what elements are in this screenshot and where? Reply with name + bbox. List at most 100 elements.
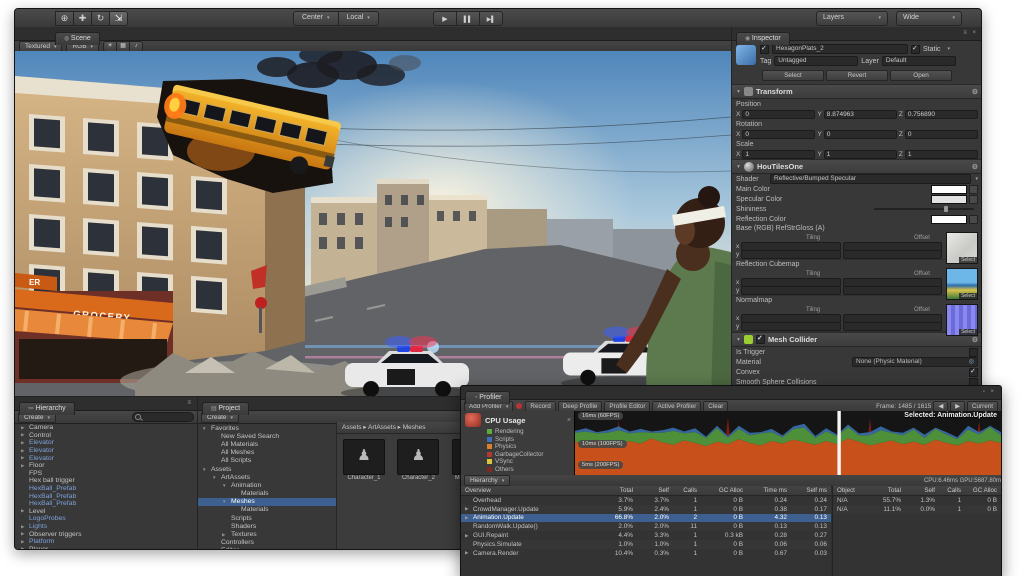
expand-arrow-icon[interactable]: ▼ [222, 499, 227, 504]
profiler-row[interactable]: Overhead 3.7% 3.7% 1 0 B 0.24 0.24 [461, 496, 831, 505]
hierarchy-item[interactable]: LogoProbes [15, 515, 197, 523]
expand-arrow-icon[interactable]: ▶ [21, 508, 27, 514]
hierarchy-item[interactable]: FPS [15, 470, 197, 478]
profiler-row[interactable]: Physics.Simulate 1.0% 1.0% 1 0 B 0.06 0.… [461, 540, 831, 549]
step-button[interactable]: ▶▌ [479, 11, 503, 26]
project-tree-item[interactable]: ▶ Textures [198, 530, 336, 538]
column-header[interactable]: GC Alloc [965, 487, 1001, 494]
record-icon[interactable] [516, 403, 522, 409]
project-tree-item[interactable]: ▼ Assets [198, 465, 336, 473]
hierarchy-item[interactable]: ▶ Lights [15, 523, 197, 531]
scale-z-field[interactable]: 1 [905, 150, 978, 159]
profiler-row[interactable]: ▶Camera.Render 10.4% 0.3% 1 0 B 0.67 0.0… [461, 549, 831, 558]
project-tree-item[interactable]: Shaders [198, 522, 336, 530]
expand-arrow-icon[interactable]: ▶ [21, 425, 27, 431]
main-color-swatch[interactable] [931, 185, 967, 194]
tool-button[interactable]: ⇲ [109, 11, 128, 26]
offset-y-field[interactable] [843, 286, 942, 295]
profiler-toolbar-button[interactable]: Deep Profile [558, 401, 603, 412]
project-tree-item[interactable]: ▼ Favorites [198, 424, 336, 432]
expand-arrow-icon[interactable]: ▼ [222, 483, 227, 488]
project-tree-item[interactable]: ▼ Animation [198, 481, 336, 489]
material-header[interactable]: ▼ HouTilesOne⚙ [732, 159, 982, 174]
layers-dropdown[interactable]: Layers▾ [816, 11, 888, 26]
project-tree-item[interactable]: Scripts [198, 514, 336, 522]
foldout-icon[interactable]: ▼ [736, 89, 741, 95]
scale-x-field[interactable]: 1 [742, 150, 815, 159]
next-frame-button[interactable]: ▶ [950, 401, 965, 412]
scene-gizmo[interactable]: ◄ Persp [659, 59, 717, 123]
eyedropper-icon[interactable] [969, 185, 978, 194]
position-x-field[interactable]: 0 [742, 110, 815, 119]
column-header[interactable]: Object [833, 487, 867, 494]
texture-select-button[interactable]: Select [959, 329, 977, 335]
profiler-row[interactable]: ▶CrowdManager.Update 5.9% 2.4% 1 0 B 0.3… [461, 505, 831, 514]
column-header[interactable]: Self [637, 487, 673, 494]
expand-arrow-icon[interactable]: ▶ [465, 533, 471, 539]
column-header[interactable]: Calls [673, 487, 701, 494]
detail-row[interactable]: N/A 55.7% 1.3% 1 0 B [833, 496, 1001, 505]
prev-frame-button[interactable]: ◀ [933, 401, 948, 412]
project-tree-item[interactable]: Materials [198, 490, 336, 498]
expand-arrow-icon[interactable]: ▶ [222, 532, 227, 538]
project-tree-item[interactable]: New Saved Search [198, 432, 336, 440]
property-control[interactable] [969, 368, 978, 377]
project-tree-item[interactable]: ▼ ArtAssets [198, 473, 336, 481]
project-tree-item[interactable]: Materials [198, 506, 336, 514]
expand-arrow-icon[interactable]: ▶ [465, 515, 471, 521]
expand-arrow-icon[interactable]: ▶ [21, 539, 27, 545]
hierarchy-item[interactable]: HexBall_Prefab [15, 492, 197, 500]
project-tree-item[interactable]: All Materials [198, 440, 336, 448]
hierarchy-item[interactable]: ▶ Camera [15, 424, 197, 432]
offset-y-field[interactable] [843, 322, 942, 331]
position-y-field[interactable]: 8.874963 [824, 110, 897, 119]
legend-item[interactable]: Scripts [461, 436, 574, 444]
hierarchy-item[interactable]: ▶ Player [15, 546, 197, 551]
specular-color-swatch[interactable] [931, 195, 967, 204]
expand-arrow-icon[interactable]: ▶ [465, 506, 471, 512]
model-button[interactable]: Revert [826, 70, 888, 81]
static-dropdown-icon[interactable]: ▾ [948, 46, 951, 52]
expand-arrow-icon[interactable]: ▶ [21, 448, 27, 454]
profiler-toolbar-button[interactable]: Record [525, 401, 555, 412]
hierarchy-item[interactable]: ▶ Level [15, 508, 197, 516]
layout-dropdown[interactable]: Wide▾ [896, 11, 962, 26]
transform-header[interactable]: ▼ Transform⚙ [732, 84, 982, 99]
column-header[interactable]: Total [597, 487, 637, 494]
profiler-row[interactable]: RandomWalk.Update() 2.0% 2.0% 11 0 B 0.1… [461, 522, 831, 531]
hierarchy-item[interactable]: ▶ Elevator [15, 454, 197, 462]
hierarchy-item[interactable]: ▶ Control [15, 432, 197, 440]
layer-dropdown[interactable]: Default [882, 56, 956, 66]
column-header[interactable]: Self ms [791, 487, 831, 494]
expand-arrow-icon[interactable]: ▶ [21, 455, 27, 461]
tool-button[interactable]: ↻ [91, 11, 109, 26]
position-z-field[interactable]: 0.756890 [905, 110, 978, 119]
hierarchy-item[interactable]: Hex ball trigger [15, 477, 197, 485]
tab-scene[interactable]: ◍ Scene [55, 32, 100, 45]
rotation-y-field[interactable]: 0 [824, 130, 897, 139]
pause-button[interactable]: ▌▌ [456, 11, 479, 26]
legend-item[interactable]: Others [461, 466, 574, 474]
tool-button[interactable]: ✚ [73, 11, 91, 26]
legend-item[interactable]: GarbageCollector [461, 451, 574, 459]
space-toggle[interactable]: Local▾ [338, 11, 379, 26]
active-checkbox[interactable] [760, 45, 769, 54]
expand-arrow-icon[interactable]: ▶ [21, 432, 27, 438]
foldout-icon[interactable]: ▼ [736, 164, 741, 170]
project-tree-item[interactable]: ▼ Meshes [198, 498, 336, 506]
model-button[interactable]: Select [762, 70, 824, 81]
foldout-icon[interactable]: ▼ [736, 337, 741, 343]
hierarchy-item[interactable]: ▶ Observer triggers [15, 530, 197, 538]
hierarchy-item[interactable]: ▶ Floor [15, 462, 197, 470]
expand-arrow-icon[interactable]: ▶ [21, 440, 27, 446]
gear-icon[interactable]: ⚙ [972, 163, 978, 171]
offset-y-field[interactable] [843, 250, 942, 259]
column-header[interactable]: Total [867, 487, 905, 494]
expand-arrow-icon[interactable]: ▶ [21, 531, 27, 537]
panel-menu-icon[interactable]: ≡ [187, 400, 195, 406]
component-enabled-checkbox[interactable] [756, 335, 765, 344]
hierarchy-item[interactable]: ▶ Elevator [15, 447, 197, 455]
model-button[interactable]: Open [890, 70, 952, 81]
expand-arrow-icon[interactable]: ▼ [212, 475, 217, 480]
eyedropper-icon[interactable] [969, 195, 978, 204]
